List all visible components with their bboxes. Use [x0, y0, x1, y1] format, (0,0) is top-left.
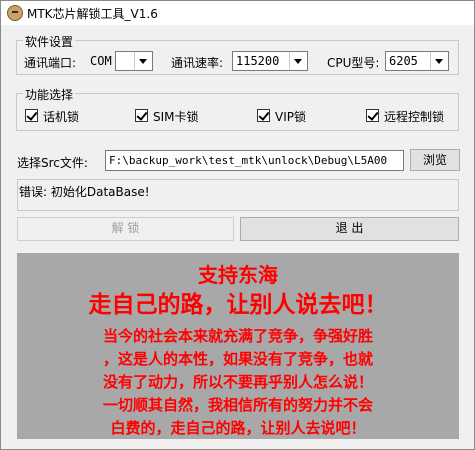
settings-group-title: 软件设置 — [23, 33, 76, 50]
sim-lock-label[interactable]: SIM卡锁 — [153, 108, 199, 125]
port-prefix: COM — [90, 54, 112, 68]
unlock-button[interactable]: 解 锁 — [17, 217, 234, 241]
speed-value: 115200 — [236, 54, 280, 68]
banner-line-5: 白费的，走自己的路，让别人去说吧！ — [110, 419, 366, 437]
main-window: MTK芯片解锁工具_V1.6 软件设置 通讯端口: COM 通讯速率: 1152… — [0, 0, 475, 450]
cpu-value: 6205 — [389, 54, 418, 68]
speed-combo[interactable]: 115200 — [232, 51, 308, 71]
remote-lock-checkbox[interactable] — [366, 109, 379, 122]
functions-group-title: 功能选择 — [23, 86, 76, 103]
sim-lock-checkbox[interactable] — [135, 109, 148, 122]
src-label: 选择Src文件: — [17, 156, 88, 170]
vip-lock-checkbox[interactable] — [257, 109, 270, 122]
src-path-input[interactable]: F:\backup_work\test_mtk\unlock\Debug\L5A… — [105, 150, 404, 171]
status-text: 错误: 初始化DataBase! — [19, 185, 150, 199]
window-title: MTK芯片解锁工具_V1.6 — [27, 7, 158, 21]
speed-label: 通讯速率: — [171, 56, 224, 70]
banner-line-4: 一切顺其自然，我相信所有的努力并不会 — [102, 396, 373, 414]
phone-lock-checkbox[interactable] — [25, 109, 38, 122]
port-label: 通讯端口: — [24, 56, 77, 70]
app-icon — [7, 5, 23, 21]
vip-lock-label[interactable]: VIP锁 — [275, 108, 306, 125]
banner-line-2: ，这是人的本性，如果没有了竞争，也就 — [102, 350, 373, 368]
phone-lock-label[interactable]: 话机锁 — [43, 108, 79, 125]
port-combo[interactable] — [115, 51, 153, 71]
chevron-down-icon[interactable] — [134, 52, 152, 70]
banner-heading: 支持东海 — [198, 263, 278, 287]
banner-line-1: 当今的社会本来就充满了竞争，争强好胜 — [102, 327, 373, 345]
banner-line-3: 没有了动力，所以不要再乎别人怎么说！ — [102, 373, 373, 391]
title-bar[interactable]: MTK芯片解锁工具_V1.6 — [1, 1, 474, 25]
exit-button[interactable]: 退 出 — [240, 217, 459, 241]
cpu-label: CPU型号: — [327, 56, 380, 70]
promo-banner: 支持东海 走自己的路，让别人说去吧！ 当今的社会本来就充满了竞争，争强好胜 ，这… — [17, 253, 459, 439]
banner-slogan: 走自己的路，让别人说去吧！ — [88, 291, 388, 318]
chevron-down-icon[interactable] — [430, 52, 448, 70]
status-panel: 错误: 初始化DataBase! — [17, 179, 459, 211]
remote-lock-label[interactable]: 远程控制锁 — [384, 108, 444, 125]
src-path-value: F:\backup_work\test_mtk\unlock\Debug\L5A… — [109, 154, 388, 167]
chevron-down-icon[interactable] — [289, 52, 307, 70]
cpu-combo[interactable]: 6205 — [385, 51, 449, 71]
browse-button[interactable]: 浏览 — [410, 149, 460, 171]
